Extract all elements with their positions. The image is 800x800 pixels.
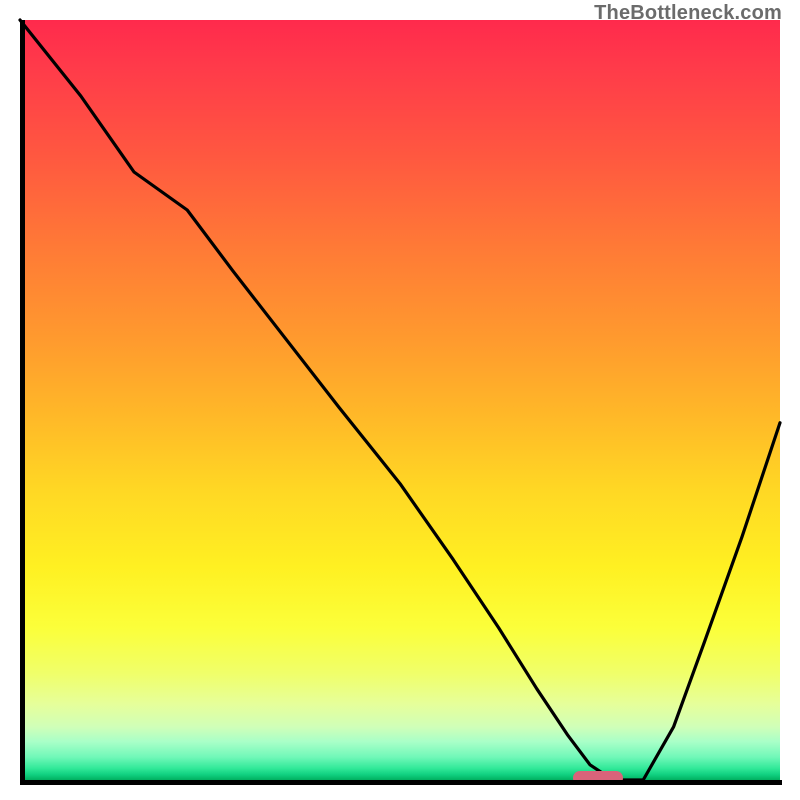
watermark-text: TheBottleneck.com (594, 2, 782, 25)
x-axis (20, 780, 782, 785)
chart-container: TheBottleneck.com (0, 0, 800, 800)
y-axis (20, 20, 25, 780)
bottleneck-curve (20, 20, 780, 780)
